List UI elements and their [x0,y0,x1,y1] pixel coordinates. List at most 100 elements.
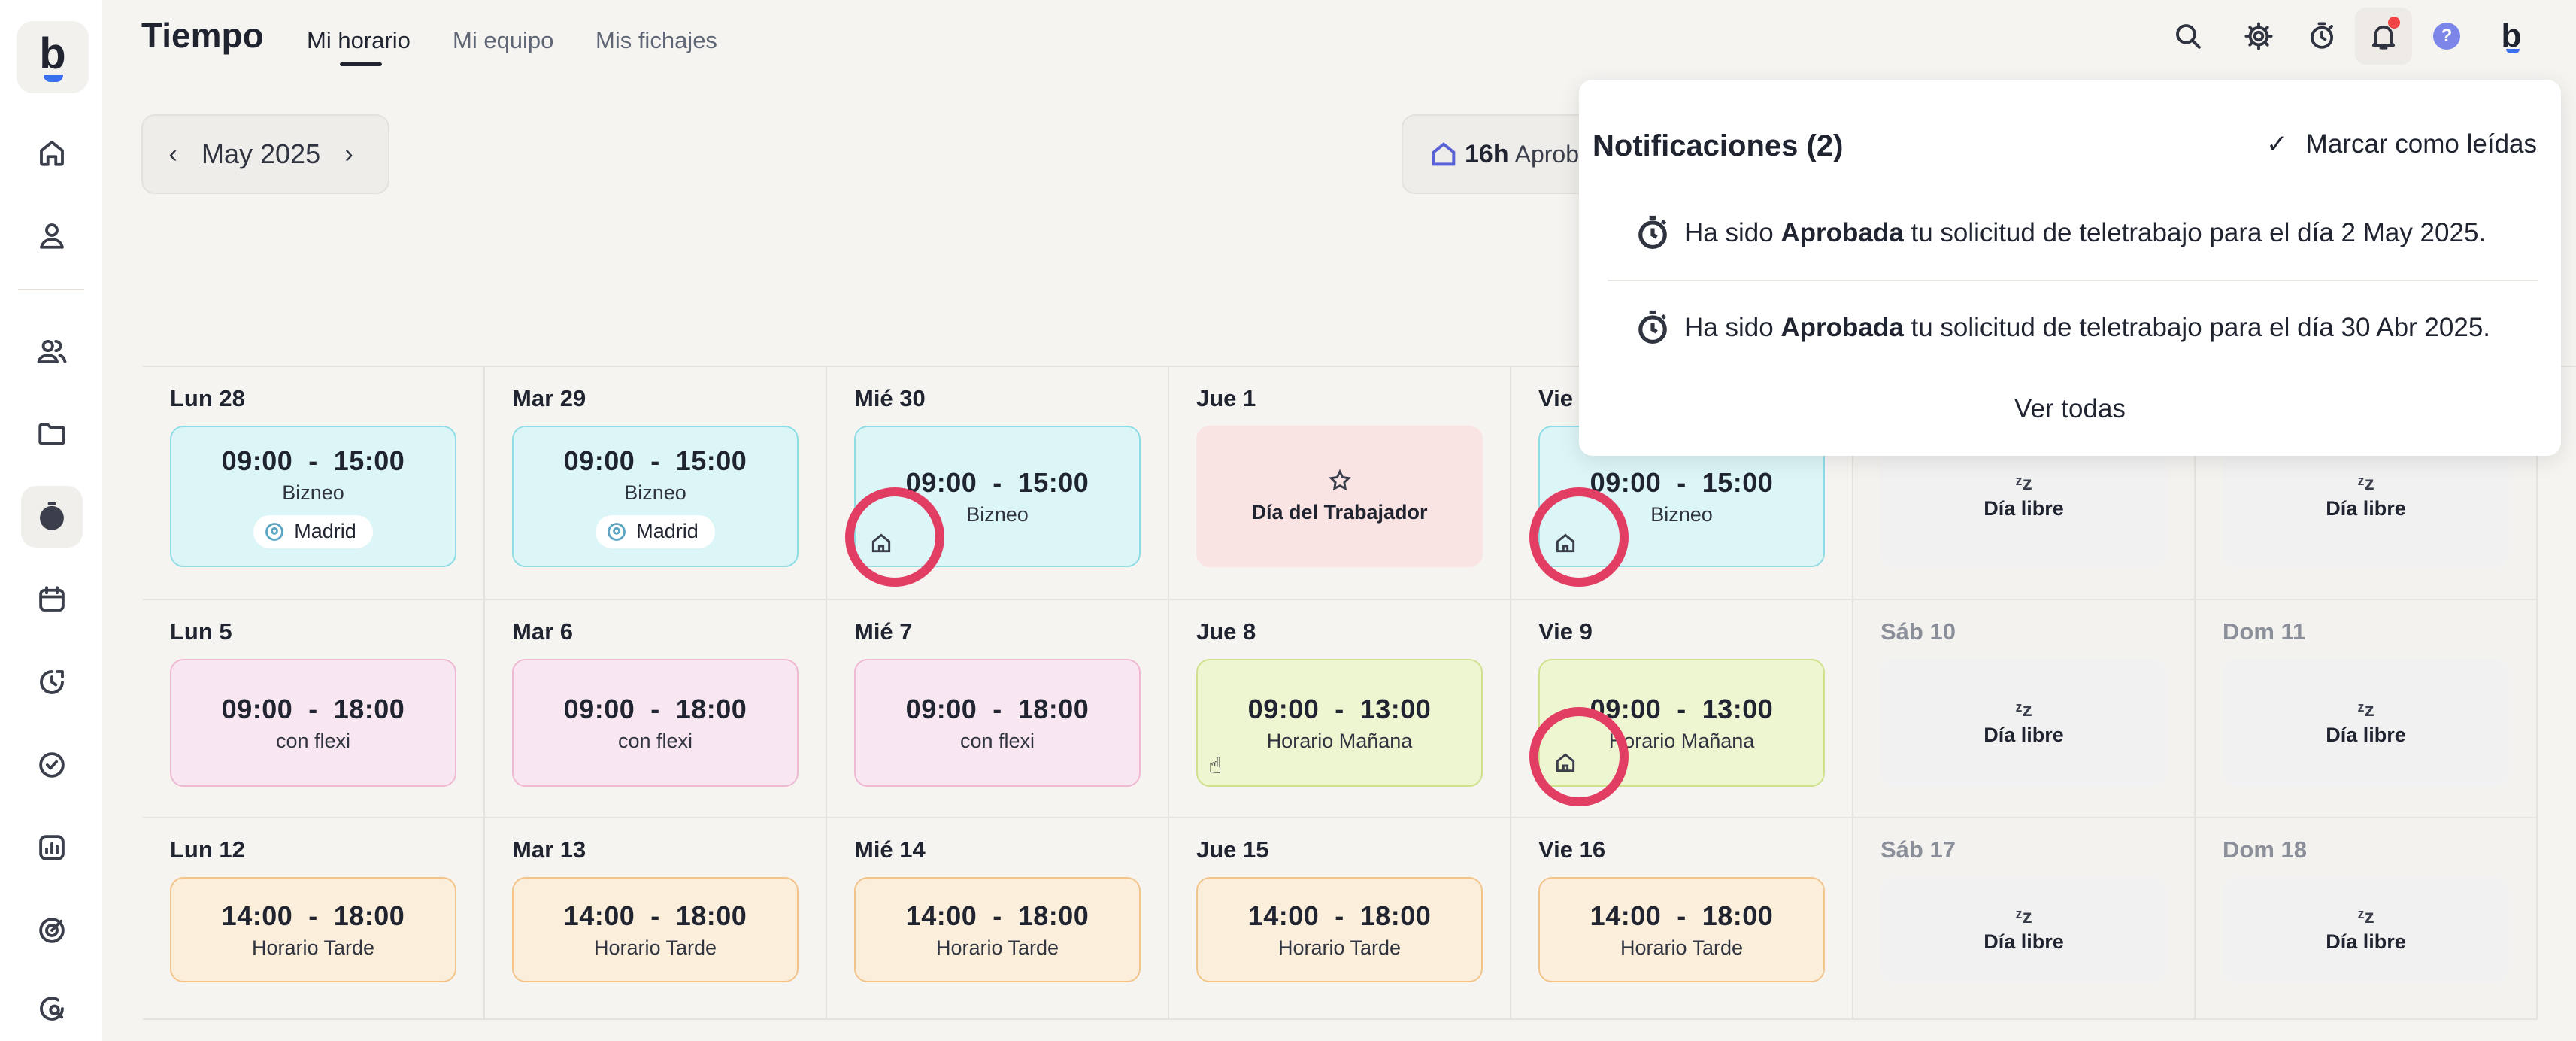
calendar-day-cell[interactable]: Mar 29 09:00 - 15:00 Bizneo Madrid [485,367,827,600]
sidebar: b [0,0,102,1041]
calendar-day-cell[interactable]: Mié 14 14:00 - 18:00 Horario Tarde [827,818,1169,1020]
shift-card[interactable]: 14:00 - 18:00 Horario Tarde [512,877,799,982]
sidebar-item-feedback[interactable] [21,978,83,1039]
calendar-day-cell[interactable]: Dom 18 ᶻz Día libre [2196,818,2538,1020]
calendar-day-cell[interactable]: Mié 30 09:00 - 15:00 Bizneo [827,367,1169,600]
folder-icon [38,423,65,445]
calendar-day-cell[interactable]: Lun 28 09:00 - 15:00 Bizneo Madrid [143,367,485,600]
calendar-day-cell[interactable]: Dom 11 ᶻz Día libre [2196,600,2538,818]
calendar-day-cell[interactable]: Vie 9 09:00 - 13:00 Horario Mañana [1511,600,1853,818]
sidebar-item-team[interactable] [21,320,83,382]
sidebar-item-absences[interactable] [21,651,83,713]
day-label: Mar 13 [512,836,586,863]
calendar-day-cell[interactable]: Sáb 17 ᶻz Día libre [1853,818,2196,1020]
active-tab-indicator [340,62,382,66]
shift-time: 14:00 - 18:00 [563,900,747,931]
highlight-ring [1529,487,1629,587]
month-label: May 2025 [202,138,321,169]
see-all-notifications-link[interactable]: Ver todas [1579,394,2561,424]
sidebar-item-goals[interactable] [21,900,83,961]
tab-mi-equipo[interactable]: Mi equipo [453,27,553,54]
user-avatar[interactable]: b [2489,14,2534,59]
location-label: Madrid [294,520,356,542]
location-badge: Madrid [253,514,373,548]
mark-all-read-button[interactable]: ✓ Marcar como leídas [2266,129,2537,159]
shift-time: 14:00 - 18:00 [1590,900,1774,931]
stopwatch-icon [2310,22,2334,49]
notification-item[interactable]: Ha sido Aprobada tu solicitud de teletra… [1633,299,2538,357]
shift-time: 09:00 - 15:00 [563,445,747,476]
shift-card[interactable]: 14:00 - 18:00 Horario Tarde [854,877,1141,982]
day-off-card[interactable]: ᶻz Día libre [2223,877,2509,982]
calendar-day-cell[interactable]: Mar 6 09:00 - 18:00 con flexi [485,600,827,818]
sidebar-item-profile[interactable] [21,205,83,266]
notifications-button[interactable] [2355,8,2412,65]
shift-time: 09:00 - 18:00 [221,693,405,724]
pointer-cursor-icon: ☝ [1208,754,1223,778]
page-title: Tiempo [141,16,264,55]
home-icon [1432,142,1456,166]
sidebar-item-documents[interactable] [21,403,83,465]
sidebar-item-home[interactable] [21,122,83,184]
search-button[interactable] [2165,14,2211,59]
shift-card[interactable]: 09:00 - 18:00 con flexi [170,659,456,787]
sidebar-item-tasks[interactable] [21,734,83,796]
sidebar-divider [18,289,84,290]
day-off-card[interactable]: ᶻz Día libre [1880,877,2167,982]
stopwatch-icon [1638,215,1667,250]
shift-card[interactable]: 09:00 - 18:00 con flexi [854,659,1141,787]
day-label: Jue 15 [1196,836,1269,863]
calendar-day-cell[interactable]: Jue 8 09:00 - 13:00 Horario Mañana ☝ [1169,600,1511,818]
calendar-day-cell[interactable]: Mar 13 14:00 - 18:00 Horario Tarde [485,818,827,1020]
shift-card[interactable]: 09:00 - 15:00 Bizneo Madrid [512,426,799,567]
app-logo[interactable]: b [17,21,89,93]
day-off-card[interactable]: ᶻz Día libre [1880,659,2167,787]
shift-name: Día libre [1984,930,2064,953]
remote-hours-summary[interactable]: 16h Aprob [1402,114,1582,194]
highlight-ring [845,487,944,587]
gear-icon [2244,22,2273,50]
sidebar-item-time[interactable] [21,486,83,548]
location-badge: Madrid [596,514,715,548]
sleep-icon: ᶻz [2015,904,2032,927]
day-label: Sáb 10 [1880,618,1956,645]
settings-button[interactable] [2236,14,2281,59]
notification-item[interactable]: Ha sido Aprobada tu solicitud de teletra… [1633,205,2538,262]
target-icon [39,918,65,943]
tab-mis-fichajes[interactable]: Mis fichajes [596,27,717,54]
calendar-day-cell[interactable]: Lun 12 14:00 - 18:00 Horario Tarde [143,818,485,1020]
sidebar-item-calendar[interactable] [21,569,83,630]
calendar-day-cell[interactable]: Vie 16 14:00 - 18:00 Horario Tarde [1511,818,1853,1020]
calendar-day-cell[interactable]: Lun 5 09:00 - 18:00 con flexi [143,600,485,818]
shift-card[interactable]: 14:00 - 18:00 Horario Tarde [1538,877,1825,982]
help-button[interactable]: ? [2424,14,2469,59]
shift-name: con flexi [275,729,351,752]
summary-label: Aprob [1514,140,1579,168]
shift-card[interactable]: 09:00 - 15:00 Bizneo Madrid [170,426,456,567]
tab-mi-horario[interactable]: Mi horario [307,27,411,54]
calendar-day-cell[interactable]: Mié 7 09:00 - 18:00 con flexi [827,600,1169,818]
sidebar-item-analytics[interactable] [21,817,83,879]
shift-card[interactable]: 14:00 - 18:00 Horario Tarde [170,877,456,982]
day-off-card[interactable]: ᶻz Día libre [2223,659,2509,787]
next-month-button[interactable]: › [334,140,364,169]
shift-card[interactable]: 14:00 - 18:00 Horario Tarde [1196,877,1483,982]
chat-search-icon [40,997,64,1021]
shift-name: Horario Tarde [935,936,1059,959]
notifications-title: Notificaciones (2) [1593,129,1844,162]
sleep-icon: ᶻz [2015,471,2032,494]
prev-month-button[interactable]: ‹ [158,140,188,169]
calendar-day-cell[interactable]: Jue 1 Día del Trabajador [1169,367,1511,600]
shift-name: Día libre [1984,723,2064,746]
clock-in-button[interactable] [2299,14,2344,59]
day-label: Lun 28 [170,385,245,411]
shift-card[interactable]: 09:00 - 13:00 Horario Mañana ☝ [1196,659,1483,787]
shift-card[interactable]: 09:00 - 18:00 con flexi [512,659,799,787]
location-label: Madrid [636,520,699,542]
holiday-card[interactable]: Día del Trabajador [1196,426,1483,567]
calendar-day-cell[interactable]: Sáb 10 ᶻz Día libre [1853,600,2196,818]
calendar-day-cell[interactable]: Jue 15 14:00 - 18:00 Horario Tarde [1169,818,1511,1020]
star-icon [1328,469,1352,496]
shift-name: Día libre [2326,723,2406,746]
calendar-grid: Lun 28 09:00 - 15:00 Bizneo Madrid Mar 29 09:… [143,366,2576,1041]
